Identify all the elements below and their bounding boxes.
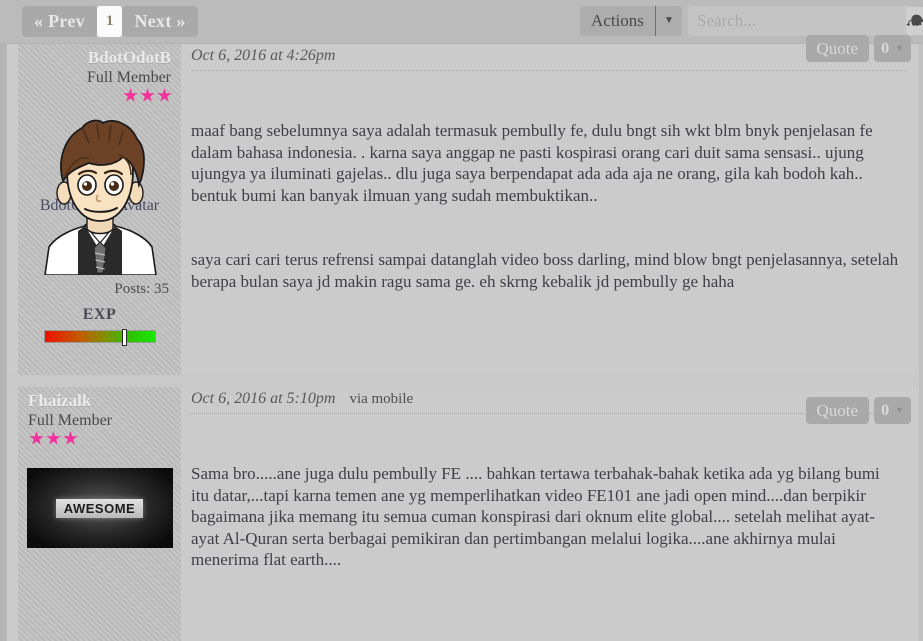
avatar-image-awesome[interactable]: AWESOME xyxy=(26,468,173,548)
exp-progress-marker xyxy=(121,329,127,346)
quote-button[interactable]: Quote xyxy=(805,397,870,424)
author-post-count: Posts: 35 xyxy=(114,281,169,297)
post-body: Oct 6, 2016 at 5:10pm via mobile Sama br… xyxy=(191,387,919,641)
chevron-down-icon[interactable]: ▼ xyxy=(656,6,682,36)
author-username[interactable]: Fhaizalk xyxy=(18,387,181,411)
star-icon xyxy=(157,88,172,102)
quote-button[interactable]: Quote xyxy=(805,35,870,62)
post-paragraph: maaf bang sebelumnya saya adalah termasu… xyxy=(191,121,877,205)
prev-page-button[interactable]: « Prev xyxy=(22,6,97,37)
current-page-indicator[interactable]: 1 xyxy=(96,6,123,37)
post-actions: Quote 0 ▼ xyxy=(805,397,911,424)
post-paragraph: Sama bro.....ane juga dulu pembully FE .… xyxy=(191,464,885,569)
post-paragraph-blank xyxy=(191,335,899,356)
likes-dropdown[interactable]: 0 ▼ xyxy=(874,35,911,62)
page-right-border xyxy=(919,0,923,641)
star-icon xyxy=(123,88,138,102)
pagination: « Prev 1 Next » xyxy=(22,6,198,37)
next-page-button[interactable]: Next » xyxy=(122,6,198,37)
star-icon xyxy=(63,431,78,445)
post-via: via mobile xyxy=(349,391,414,407)
chevron-down-icon: ▼ xyxy=(895,43,904,53)
likes-count: 0 xyxy=(881,402,890,419)
post-date[interactable]: Oct 6, 2016 at 4:26pm xyxy=(191,47,335,65)
post: BdotOdotB Full Member BdotOdotB Avatar xyxy=(8,35,919,419)
post-paragraph: saya cari cari terus refrensi sampai dat… xyxy=(191,250,903,291)
forum-thread-page: « Prev 1 Next » Actions ▼ BdotOdotB Full… xyxy=(0,0,923,641)
star-icon xyxy=(46,431,61,445)
detective-search-icon[interactable] xyxy=(906,7,923,35)
avatar[interactable]: BdotOdotB Avatar xyxy=(27,115,173,275)
post-author-sidebar: Fhaizalk Full Member AWESOME xyxy=(18,387,181,641)
chevron-down-icon: ▼ xyxy=(895,405,904,415)
author-rank-stars xyxy=(18,430,181,446)
search-box[interactable] xyxy=(688,6,923,36)
post-date[interactable]: Oct 6, 2016 at 5:10pm xyxy=(191,390,335,408)
post-content: Sama bro.....ane juga dulu pembully FE .… xyxy=(191,414,919,641)
author-rank: Full Member xyxy=(87,69,171,86)
star-icon xyxy=(140,88,155,102)
likes-dropdown[interactable]: 0 ▼ xyxy=(874,397,911,424)
avatar[interactable]: AWESOME xyxy=(26,468,173,548)
author-rank: Full Member xyxy=(28,412,112,429)
search-input[interactable] xyxy=(688,7,906,35)
post-paragraph-blank xyxy=(191,614,899,635)
actions-menu[interactable]: Actions ▼ xyxy=(580,6,682,36)
author-username[interactable]: BdotOdotB xyxy=(18,44,181,68)
post-actions: Quote 0 ▼ xyxy=(805,35,911,62)
post: Fhaizalk Full Member AWESOME Oct 6, 2016… xyxy=(8,387,919,641)
avatar-image-cartoon-boy[interactable] xyxy=(27,115,173,275)
exp-progress-bar xyxy=(43,329,156,346)
actions-button-label[interactable]: Actions xyxy=(580,6,656,36)
thread-toolbar: « Prev 1 Next » Actions ▼ xyxy=(0,0,923,44)
star-icon xyxy=(29,431,44,445)
post-author-sidebar: BdotOdotB Full Member BdotOdotB Avatar xyxy=(18,44,181,375)
likes-count: 0 xyxy=(881,40,890,57)
page-left-border xyxy=(0,0,7,641)
exp-label: EXP xyxy=(82,306,117,323)
author-rank-stars xyxy=(18,87,181,103)
avatar-awesome-text: AWESOME xyxy=(55,498,144,518)
